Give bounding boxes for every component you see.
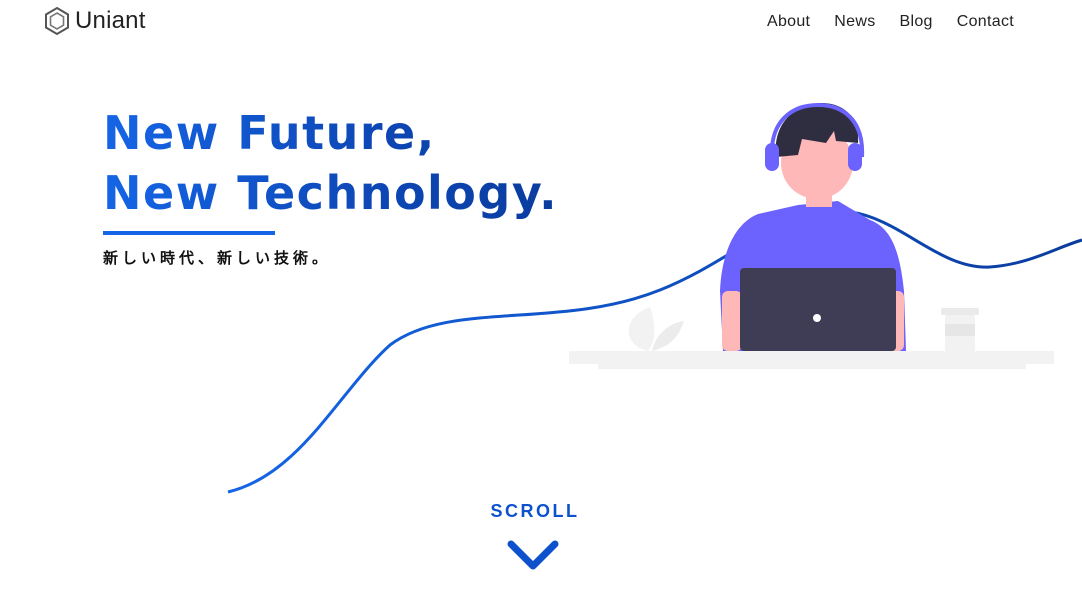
plant-leaf-left-icon xyxy=(628,307,655,351)
hero-title: New Future, New Technology. xyxy=(103,103,558,223)
cup-sleeve xyxy=(945,324,975,336)
headphones-left-cup xyxy=(765,143,779,171)
hero-title-line-2: New Technology. xyxy=(103,166,559,220)
person-arm-left xyxy=(722,291,742,351)
title-underline xyxy=(103,231,275,235)
laptop-logo xyxy=(813,314,821,322)
desk-top xyxy=(569,351,1054,364)
hero-subtitle: 新しい時代、新しい技術。 xyxy=(103,249,332,267)
hero-title-line-1: New Future, xyxy=(103,106,436,160)
chevron-down-icon[interactable] xyxy=(505,538,561,576)
person-with-laptop-illustration xyxy=(569,102,1054,369)
headphones-right-cup xyxy=(848,143,862,171)
cup-lid xyxy=(941,308,979,315)
scroll-label[interactable]: SCROLL xyxy=(0,501,1070,522)
desk-edge xyxy=(598,364,1026,369)
laptop-icon xyxy=(740,268,896,351)
plant-leaf-right-icon xyxy=(652,321,684,351)
